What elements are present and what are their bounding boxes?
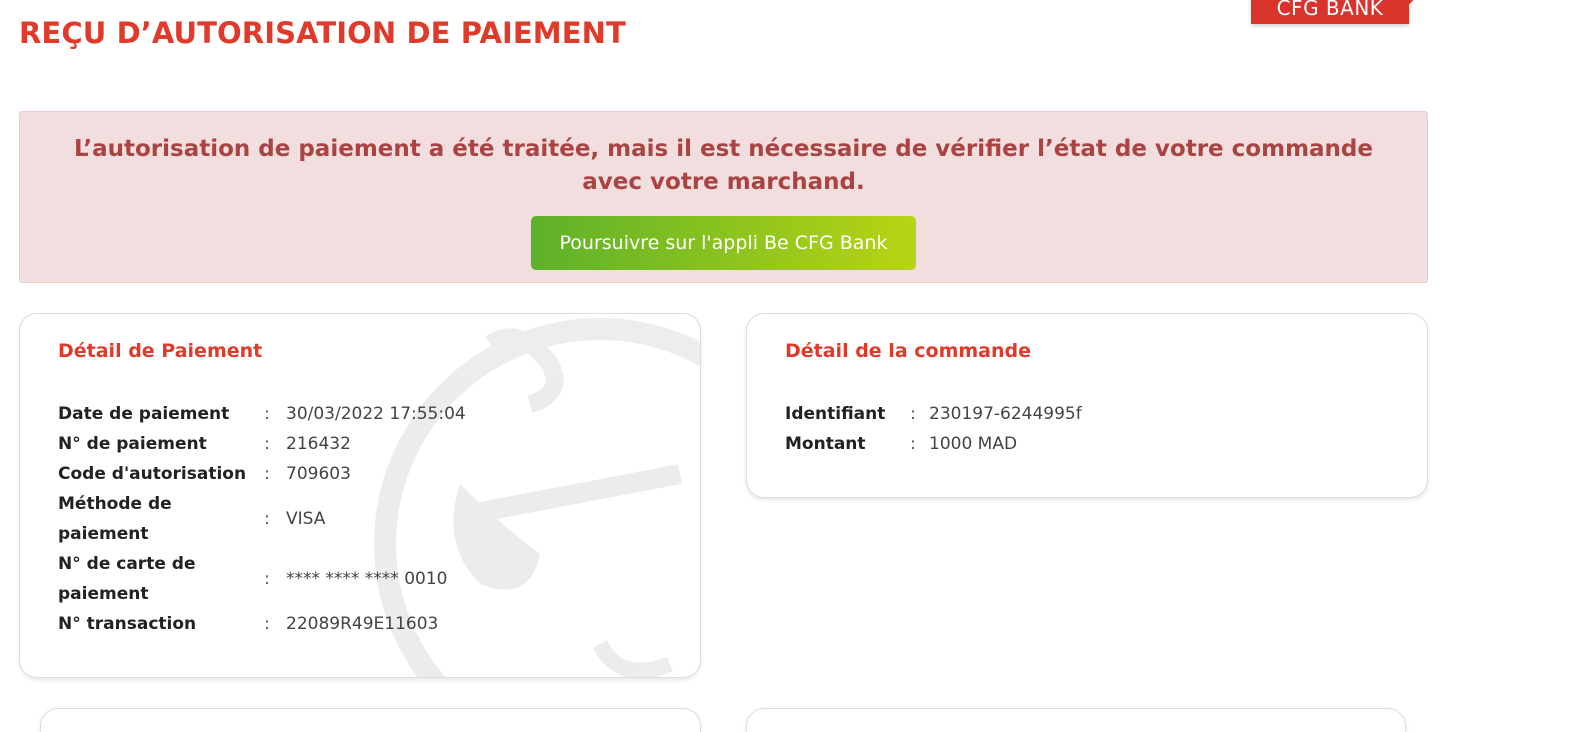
brand-logo-text: CFG BANK: [1276, 0, 1384, 20]
table-row: N° de carte de paiement : **** **** ****…: [58, 549, 466, 609]
ribbon-tip-decoration: [1400, 0, 1418, 5]
order-id-label: Identifiant: [785, 404, 886, 424]
row-separator: :: [264, 434, 270, 454]
row-separator: :: [264, 404, 270, 424]
row-separator: :: [264, 614, 270, 634]
row-separator: :: [264, 569, 270, 589]
table-row: N° transaction : 22089R49E11603: [58, 609, 466, 639]
table-row: N° de paiement : 216432: [58, 429, 466, 459]
payment-number-label: N° de paiement: [58, 434, 207, 454]
row-separator: :: [264, 464, 270, 484]
order-detail-card: Détail de la commande Identifiant : 2301…: [746, 313, 1428, 498]
additional-card-right: [746, 708, 1406, 732]
order-id-value: 230197-6244995f: [929, 404, 1082, 424]
alert-message: L’autorisation de paiement a été traitée…: [73, 136, 1373, 195]
table-row: Identifiant : 230197-6244995f: [785, 399, 1082, 429]
transaction-number-value: 22089R49E11603: [286, 614, 439, 634]
status-alert: L’autorisation de paiement a été traitée…: [19, 111, 1428, 283]
order-detail-title: Détail de la commande: [785, 340, 1031, 362]
page-title: REÇU D’AUTORISATION DE PAIEMENT: [19, 16, 626, 50]
table-row: Date de paiement : 30/03/2022 17:55:04: [58, 399, 466, 429]
transaction-number-label: N° transaction: [58, 614, 197, 634]
card-number-label: N° de carte de paiement: [58, 554, 196, 604]
order-amount-label: Montant: [785, 434, 866, 454]
continue-in-app-button[interactable]: Poursuivre sur l'appli Be CFG Bank: [531, 216, 916, 270]
card-number-value: **** **** **** 0010: [286, 569, 448, 589]
authorization-code-label: Code d'autorisation: [58, 464, 247, 484]
payment-detail-table: Date de paiement : 30/03/2022 17:55:04 N…: [58, 399, 466, 639]
row-separator: :: [910, 434, 916, 454]
additional-card-left: [40, 708, 701, 732]
table-row: Méthode de paiement : VISA: [58, 489, 466, 549]
authorization-code-value: 709603: [286, 464, 351, 484]
order-amount-value: 1000 MAD: [929, 434, 1018, 454]
payment-method-value: VISA: [286, 509, 326, 529]
payment-method-label: Méthode de paiement: [58, 494, 172, 544]
payment-detail-card: Détail de Paiement Date de paiement : 30…: [19, 313, 701, 678]
row-separator: :: [264, 509, 270, 529]
payment-date-label: Date de paiement: [58, 404, 230, 424]
order-detail-table: Identifiant : 230197-6244995f Montant : …: [785, 399, 1082, 459]
table-row: Code d'autorisation : 709603: [58, 459, 466, 489]
table-row: Montant : 1000 MAD: [785, 429, 1082, 459]
payment-detail-title: Détail de Paiement: [58, 340, 263, 362]
row-separator: :: [910, 404, 916, 424]
payment-number-value: 216432: [286, 434, 351, 454]
payment-date-value: 30/03/2022 17:55:04: [286, 404, 466, 424]
brand-logo-badge: CFG BANK: [1251, 0, 1418, 24]
